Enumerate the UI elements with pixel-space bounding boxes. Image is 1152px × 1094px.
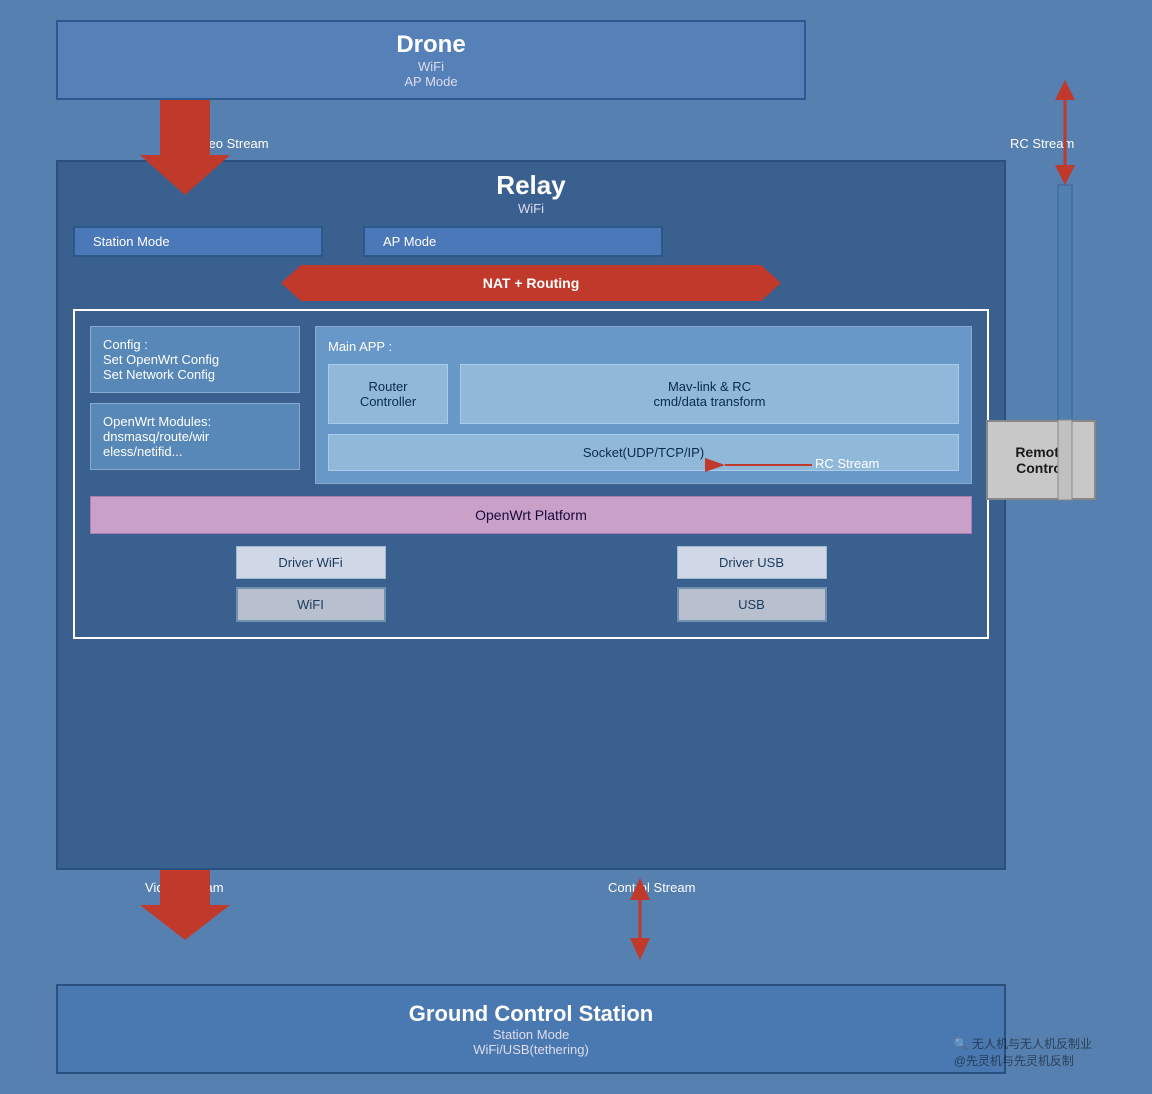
- control-stream-label: Control Stream: [608, 880, 695, 895]
- platform-box: OpenWrt Platform: [90, 496, 972, 534]
- driver-row: Driver WiFi WiFI Driver USB USB: [90, 546, 972, 622]
- video-arrow-shaft-top: [160, 100, 210, 160]
- watermark: 🔍 无人机与无人机反制业@先灵机与先灵机反制: [954, 1035, 1092, 1069]
- socket-box: Socket(UDP/TCP/IP): [328, 434, 959, 471]
- gcs-line2: WiFi/USB(tethering): [473, 1042, 589, 1057]
- drone-box: Drone WiFi AP Mode: [56, 20, 806, 100]
- drone-wifi: WiFi: [418, 59, 444, 74]
- video-stream-top-label: Video Stream: [190, 136, 269, 151]
- wifi-hw-box: WiFI: [236, 587, 386, 622]
- wifi-driver-group: Driver WiFi WiFI: [236, 546, 386, 622]
- wifi-label: WiFI: [297, 597, 324, 612]
- app-row: Router Controller Mav-link & RC cmd/data…: [328, 364, 959, 424]
- gcs-line1: Station Mode: [493, 1027, 570, 1042]
- video-arrow-head-bottom: [140, 905, 230, 940]
- control-arrow-down: [630, 938, 650, 960]
- mode-row: Station Mode AP Mode: [73, 226, 989, 257]
- relay-title: Relay: [58, 170, 1004, 201]
- config-line3: Set Network Config: [103, 367, 287, 382]
- gcs-box: Ground Control Station Station Mode WiFi…: [56, 984, 1006, 1074]
- watermark-text: 🔍 无人机与无人机反制业@先灵机与先灵机反制: [954, 1037, 1092, 1068]
- config-box: Config : Set OpenWrt Config Set Network …: [90, 326, 300, 393]
- ap-mode-label: AP Mode: [383, 234, 436, 249]
- config-line1: Config :: [103, 337, 287, 352]
- socket-label: Socket(UDP/TCP/IP): [583, 445, 704, 460]
- nat-routing-label: NAT + Routing: [483, 275, 580, 291]
- station-mode-label: Station Mode: [93, 234, 170, 249]
- usb-driver-group: Driver USB USB: [677, 546, 827, 622]
- router-controller-line1: Router: [339, 379, 437, 394]
- relay-header: Relay WiFi: [58, 162, 1004, 216]
- modules-line1: OpenWrt Modules:: [103, 414, 287, 429]
- nat-routing-arrow: NAT + Routing: [281, 265, 781, 301]
- mavlink-line1: Mav-link & RC: [471, 379, 948, 394]
- rc-arrow-up-top: [1055, 80, 1075, 100]
- driver-usb-box: Driver USB: [677, 546, 827, 579]
- control-arrow-up: [630, 878, 650, 900]
- rc-stream-top-label: RC Stream: [1010, 136, 1074, 151]
- drone-mode: AP Mode: [404, 74, 457, 89]
- router-controller-line2: Controller: [339, 394, 437, 409]
- video-arrow-shaft-bottom: [160, 870, 210, 910]
- modules-box: OpenWrt Modules: dnsmasq/route/wir eless…: [90, 403, 300, 470]
- gcs-title: Ground Control Station: [409, 1001, 653, 1027]
- video-stream-bottom-label: Video Stream: [145, 880, 224, 895]
- relay-subtitle: WiFi: [58, 201, 1004, 216]
- main-app-section: Main APP : Router Controller Mav-link & …: [315, 326, 972, 484]
- rc-stream-vertical-bar: [1058, 185, 1072, 420]
- inner-content-box: Config : Set OpenWrt Config Set Network …: [73, 309, 989, 639]
- page: Drone WiFi AP Mode Relay WiFi Station Mo…: [0, 0, 1152, 1094]
- main-app-label: Main APP :: [328, 339, 959, 354]
- driver-wifi-box: Driver WiFi: [236, 546, 386, 579]
- remote-line2: Control: [1015, 460, 1066, 476]
- config-line2: Set OpenWrt Config: [103, 352, 287, 367]
- ap-mode-box: AP Mode: [363, 226, 663, 257]
- driver-wifi-label: Driver WiFi: [278, 555, 342, 570]
- remote-line1: Remote: [1015, 444, 1066, 460]
- driver-usb-label: Driver USB: [719, 555, 784, 570]
- mavlink-line2: cmd/data transform: [471, 394, 948, 409]
- usb-label: USB: [738, 597, 765, 612]
- modules-line2: dnsmasq/route/wir: [103, 429, 287, 444]
- station-mode-box: Station Mode: [73, 226, 323, 257]
- platform-label: OpenWrt Platform: [475, 507, 587, 523]
- mavlink-box: Mav-link & RC cmd/data transform: [460, 364, 959, 424]
- drone-title: Drone: [396, 31, 465, 59]
- relay-box: Relay WiFi Station Mode AP Mode NAT + Ro…: [56, 160, 1006, 870]
- usb-hw-box: USB: [677, 587, 827, 622]
- left-column: Config : Set OpenWrt Config Set Network …: [90, 326, 300, 484]
- remote-control-box: Remote Control: [986, 420, 1096, 500]
- rc-arrow-down-top: [1055, 165, 1075, 185]
- modules-line3: eless/netifid...: [103, 444, 287, 459]
- router-controller-box: Router Controller: [328, 364, 448, 424]
- content-row: Config : Set OpenWrt Config Set Network …: [90, 326, 972, 484]
- nat-row: NAT + Routing: [73, 265, 989, 301]
